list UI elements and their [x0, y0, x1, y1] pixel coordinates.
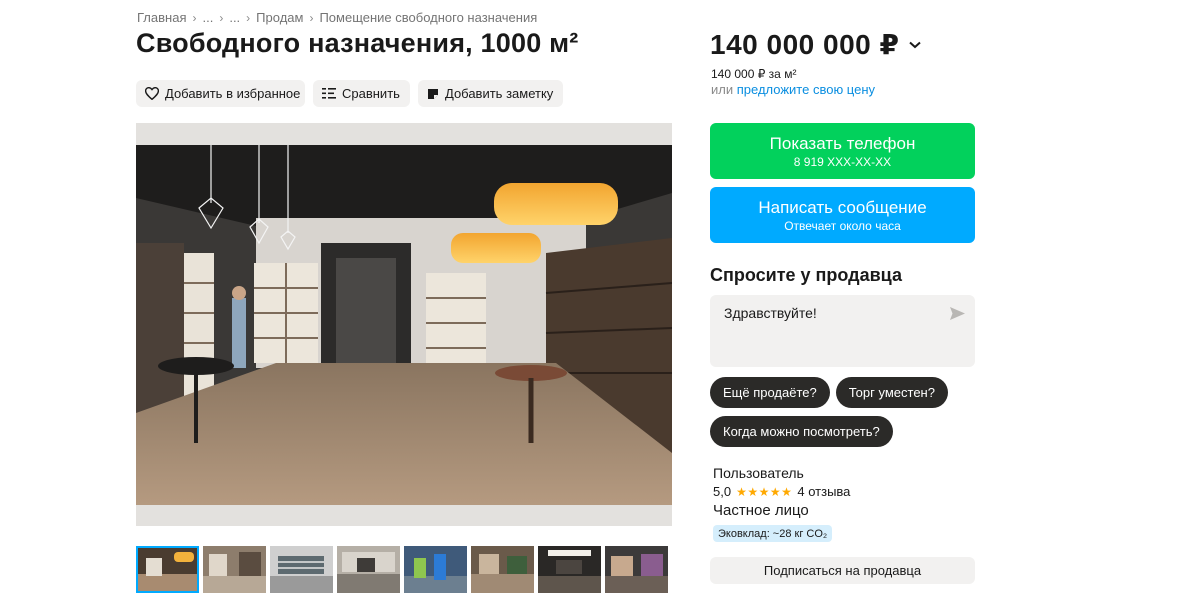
thumbnail-1[interactable]	[136, 546, 199, 593]
rating-value: 5,0	[713, 484, 732, 499]
eco-badge[interactable]: Эковклад: ~28 кг CO₂	[713, 525, 833, 542]
breadcrumb-ellipsis-2[interactable]: ...	[229, 10, 240, 25]
response-time: Отвечает около часа	[784, 218, 901, 233]
add-note-label: Добавить заметку	[445, 86, 554, 101]
main-photo[interactable]	[136, 123, 672, 526]
offer-price-link[interactable]: предложите свою цену	[737, 82, 875, 97]
breadcrumb: Главная › ... › ... › Продам › Помещение…	[137, 10, 537, 25]
message-input[interactable]: Здравствуйте!	[724, 305, 939, 355]
breadcrumb-sell[interactable]: Продам	[256, 10, 303, 25]
thumbnail-8[interactable]	[605, 546, 668, 593]
send-icon[interactable]	[950, 307, 965, 325]
note-icon	[428, 88, 438, 99]
thumbnail-3[interactable]	[270, 546, 333, 593]
interior-image	[136, 123, 672, 526]
thumbnail-7[interactable]	[538, 546, 601, 593]
chevron-right-icon: ›	[309, 10, 314, 25]
phone-number: 8 919 XXX-XX-XX	[793, 154, 892, 169]
chevron-down-icon[interactable]	[909, 41, 922, 49]
write-message-label: Написать сообщение	[758, 197, 927, 217]
chevron-right-icon: ›	[192, 10, 197, 25]
thumbnail-4[interactable]	[337, 546, 400, 593]
thumbnail-strip	[136, 546, 668, 593]
seller-name[interactable]: Пользователь	[713, 465, 804, 481]
chip-still-selling[interactable]: Ещё продаёте?	[710, 377, 830, 408]
add-to-favorites-label: Добавить в избранное	[165, 86, 301, 101]
show-phone-label: Показать телефон	[769, 133, 916, 153]
chip-negotiable[interactable]: Торг уместен?	[835, 377, 948, 408]
seller-rating: 5,0 ★★★★★ 4 отзыва	[713, 484, 850, 499]
thumbnail-5[interactable]	[404, 546, 467, 593]
chevron-right-icon: ›	[246, 10, 251, 25]
price-per-sqm: 140 000 ₽ за м²	[711, 67, 797, 81]
star-icons: ★★★★★	[736, 484, 793, 499]
seller-type: Частное лицо	[713, 502, 809, 519]
compare-icon	[322, 88, 336, 99]
price: 140 000 000 ₽	[710, 29, 900, 60]
thumbnail-6[interactable]	[471, 546, 534, 593]
thumbnail-2[interactable]	[203, 546, 266, 593]
compare-button[interactable]: Сравнить	[313, 80, 410, 107]
breadcrumb-category[interactable]: Помещение свободного назначения	[319, 10, 537, 25]
price-row: 140 000 000 ₽	[710, 28, 922, 61]
add-to-favorites-button[interactable]: Добавить в избранное	[136, 80, 305, 107]
offer-prefix: или	[711, 82, 737, 97]
breadcrumb-home[interactable]: Главная	[137, 10, 186, 25]
page-title: Свободного назначения, 1000 м²	[136, 28, 579, 58]
reviews-link[interactable]: 4 отзыва	[797, 484, 850, 499]
ask-seller-title: Спросите у продавца	[710, 265, 902, 285]
chip-when-view[interactable]: Когда можно посмотреть?	[710, 416, 893, 447]
subscribe-button[interactable]: Подписаться на продавца	[710, 557, 975, 584]
quick-questions: Ещё продаёте? Торг уместен? Когда можно …	[710, 377, 975, 447]
heart-icon	[145, 87, 159, 100]
listing-actions: Добавить в избранное Сравнить Добавить з…	[136, 80, 563, 107]
show-phone-button[interactable]: Показать телефон 8 919 XXX-XX-XX	[710, 123, 975, 179]
breadcrumb-ellipsis-1[interactable]: ...	[202, 10, 213, 25]
chevron-right-icon: ›	[219, 10, 224, 25]
write-message-button[interactable]: Написать сообщение Отвечает около часа	[710, 187, 975, 243]
compare-label: Сравнить	[342, 86, 400, 101]
add-note-button[interactable]: Добавить заметку	[418, 80, 563, 107]
offer-price-line: или предложите свою цену	[711, 82, 875, 97]
ask-seller-box: Здравствуйте!	[710, 295, 975, 367]
